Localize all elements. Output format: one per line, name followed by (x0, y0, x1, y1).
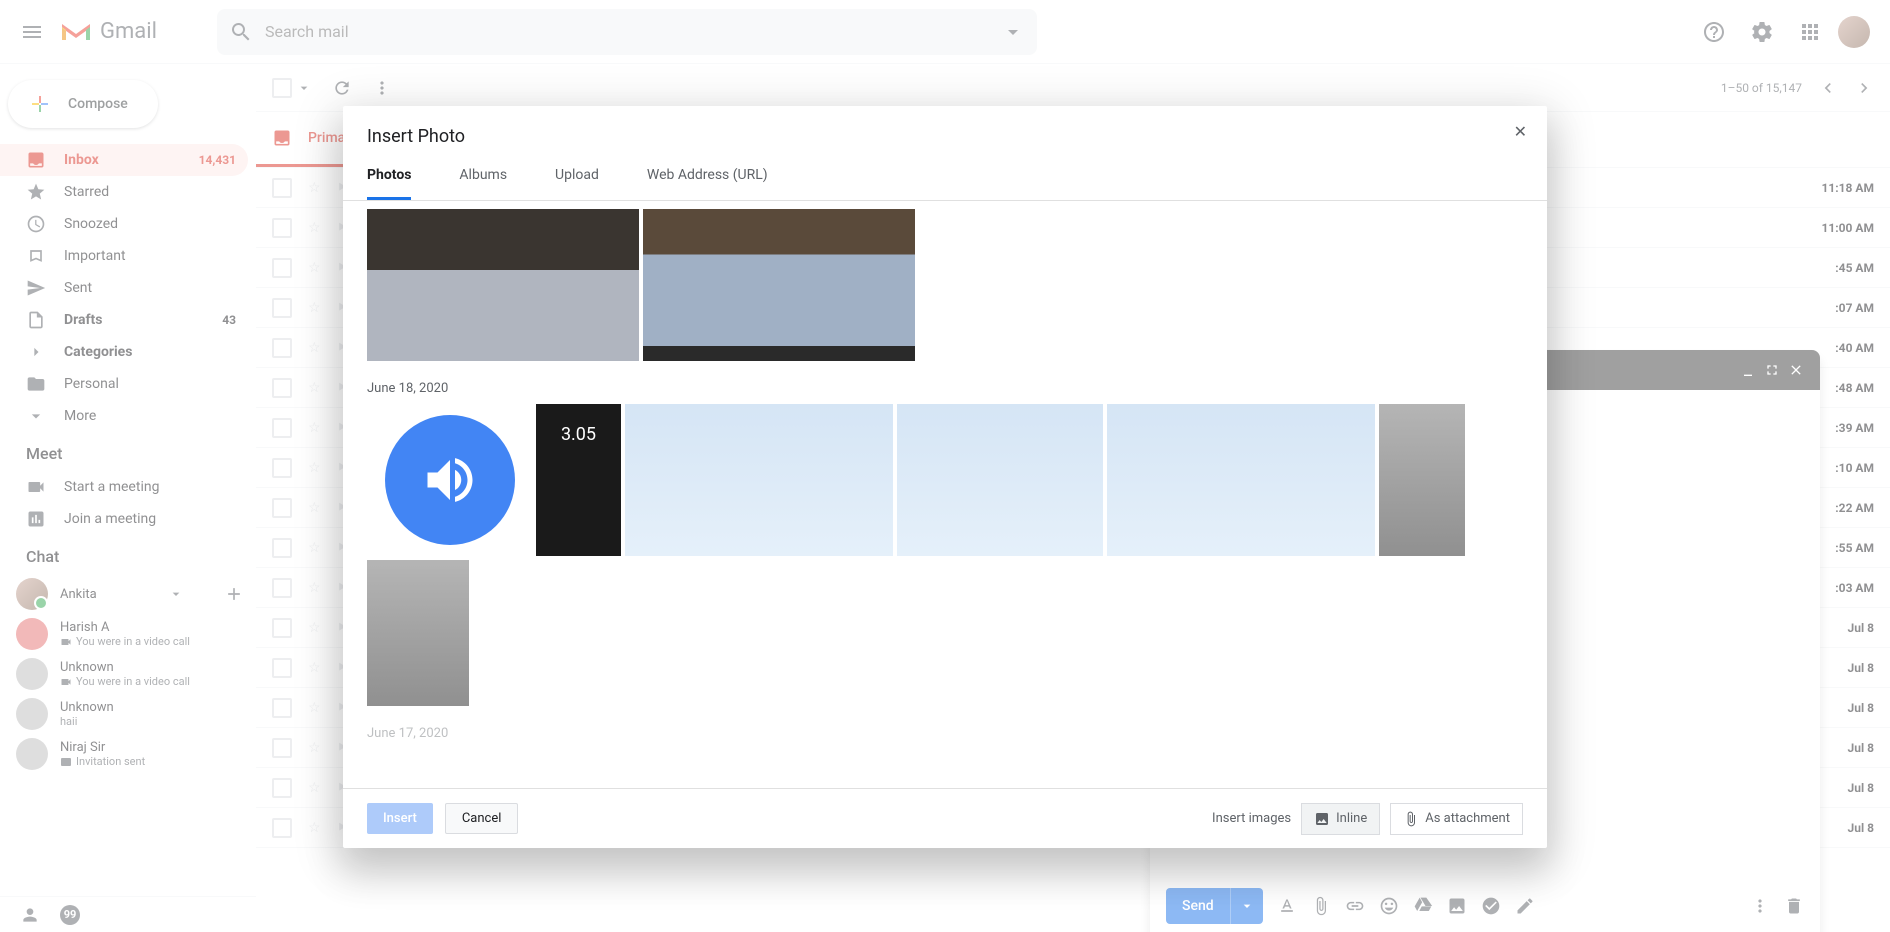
photo-thumb[interactable]: 3.05 (536, 404, 621, 556)
insert-photo-modal: Insert Photo ✕ Photos Albums Upload Web Add… (343, 106, 1547, 848)
image-icon (1314, 811, 1330, 827)
photo-thumb[interactable] (367, 209, 639, 361)
speaker-icon (420, 450, 480, 510)
photo-thumb[interactable] (1379, 404, 1465, 556)
attachment-toggle[interactable]: As attachment (1390, 803, 1523, 835)
photo-thumb[interactable] (367, 560, 469, 706)
date-header: June 17, 2020 (367, 726, 1523, 741)
insert-button[interactable]: Insert (367, 803, 433, 834)
modal-tab-albums[interactable]: Albums (459, 167, 507, 200)
modal-body[interactable]: June 18, 2020 3.05 June 17, 2020 (343, 201, 1547, 788)
photo-thumb[interactable] (625, 404, 893, 556)
modal-tab-upload[interactable]: Upload (555, 167, 599, 200)
insert-images-label: Insert images (1212, 811, 1291, 826)
photo-thumb[interactable] (643, 209, 915, 361)
modal-tab-photos[interactable]: Photos (367, 167, 411, 200)
inline-toggle[interactable]: Inline (1301, 803, 1380, 835)
date-header: June 18, 2020 (367, 381, 1523, 396)
modal-close-button[interactable]: ✕ (1514, 122, 1527, 141)
photo-thumb[interactable] (367, 404, 532, 556)
modal-overlay: Insert Photo ✕ Photos Albums Upload Web Add… (0, 0, 1890, 932)
photo-thumb[interactable] (1107, 404, 1375, 556)
photo-thumb[interactable] (897, 404, 1103, 556)
modal-tab-web-address--url-[interactable]: Web Address (URL) (647, 167, 768, 200)
modal-tabs: Photos Albums Upload Web Address (URL) (343, 147, 1547, 201)
cancel-button[interactable]: Cancel (445, 803, 519, 834)
modal-title: Insert Photo (367, 126, 1523, 147)
attach-icon (1403, 811, 1419, 827)
modal-footer: Insert Cancel Insert images Inline As at… (343, 788, 1547, 848)
